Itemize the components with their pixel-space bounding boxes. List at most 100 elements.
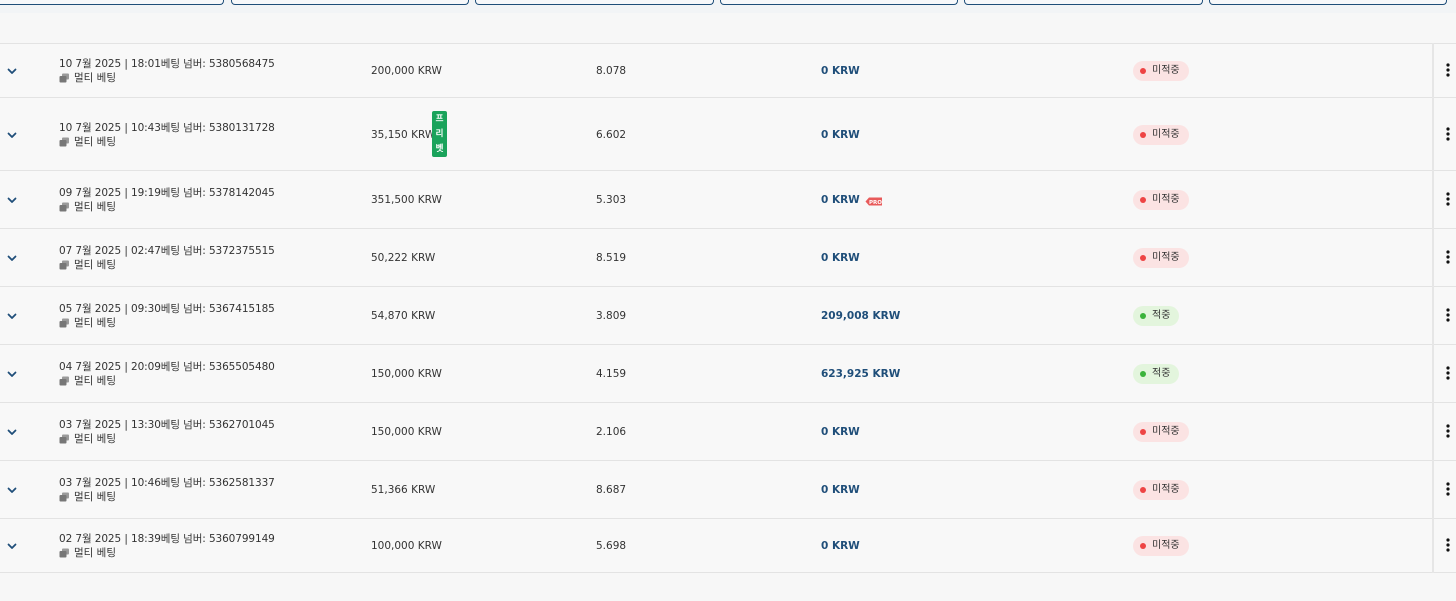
bet-number-label: 베팅 넘버: <box>160 187 206 199</box>
sticky-column-divider <box>1432 43 1434 573</box>
status-label: 미적중 <box>1152 426 1180 437</box>
table-row[interactable]: 10 7월 2025 | 18:01베팅 넘버: 5380568475 멀티 베팅… <box>0 44 1456 98</box>
bet-info: 07 7월 2025 | 02:47베팅 넘버: 5372375515 멀티 베팅 <box>59 244 275 272</box>
status-dot-icon <box>1140 487 1146 493</box>
bet-info: 09 7월 2025 | 19:19베팅 넘버: 5378142045 멀티 베팅 <box>59 186 275 214</box>
payout-value: 0 KRW <box>821 65 860 77</box>
status-label: 미적중 <box>1152 65 1180 76</box>
table-row[interactable]: 05 7월 2025 | 09:30베팅 넘버: 5367415185 멀티 베팅… <box>0 287 1456 345</box>
bet-date-and-number: 03 7월 2025 | 13:30베팅 넘버: 5362701045 <box>59 418 275 432</box>
stake-amount: 50,222 KRW <box>371 252 436 264</box>
bet-date: 10 7월 2025 | 10:43 <box>59 121 161 134</box>
bet-info: 10 7월 2025 | 10:43베팅 넘버: 5380131728 멀티 베팅 <box>59 121 275 149</box>
chevron-down-icon[interactable] <box>5 251 19 265</box>
multi-bet-icon <box>59 434 70 444</box>
pro-tag-icon: PRO <box>865 196 883 205</box>
chevron-down-icon[interactable] <box>5 483 19 497</box>
bet-number: 5362701045 <box>205 419 275 431</box>
table-row[interactable]: 10 7월 2025 | 10:43베팅 넘버: 5380131728 멀티 베팅… <box>0 98 1456 171</box>
stake-amount: 150,000 KRW <box>371 426 442 438</box>
bet-type: 멀티 베팅 <box>59 546 275 560</box>
stake-amount: 100,000 KRW <box>371 540 442 552</box>
freebet-badge: 프리벳 <box>432 111 447 157</box>
bet-type: 멀티 베팅 <box>59 374 275 388</box>
status-dot-icon <box>1140 131 1146 138</box>
freebet-badge-char: 프 <box>435 113 444 124</box>
bet-number-label: 베팅 넘버: <box>160 419 206 431</box>
bet-number-label: 베팅 넘버: <box>160 477 206 489</box>
payout-value: 623,925 KRW <box>821 368 901 380</box>
chevron-down-icon[interactable] <box>5 539 19 553</box>
filter-tab-5[interactable] <box>964 0 1203 5</box>
table-row[interactable]: 09 7월 2025 | 19:19베팅 넘버: 5378142045 멀티 베팅… <box>0 171 1456 229</box>
more-vertical-icon[interactable] <box>1441 308 1456 324</box>
multi-bet-icon <box>59 73 70 83</box>
status-badge: 미적중 <box>1133 536 1189 556</box>
chevron-down-icon[interactable] <box>5 193 19 207</box>
payout-amount: 0 KRW PRO <box>821 193 883 207</box>
bet-number: 5378142045 <box>205 187 275 199</box>
bet-type-label: 멀티 베팅 <box>74 201 116 213</box>
bet-number-label: 베팅 넘버: <box>160 303 206 315</box>
payout-value: 0 KRW <box>821 426 860 438</box>
payout-amount: 0 KRW <box>821 64 860 78</box>
more-vertical-icon[interactable] <box>1441 538 1456 554</box>
filter-tab-2[interactable] <box>231 0 469 5</box>
bet-type: 멀티 베팅 <box>59 200 275 214</box>
freebet-badge-char: 리 <box>435 128 444 139</box>
table-row[interactable]: 03 7월 2025 | 10:46베팅 넘버: 5362581337 멀티 베팅… <box>0 461 1456 519</box>
filter-tab-4[interactable] <box>720 0 958 5</box>
status-label: 적중 <box>1152 368 1171 379</box>
bet-number-label: 베팅 넘버: <box>160 361 206 373</box>
payout-value: 0 KRW <box>821 484 860 496</box>
table-row[interactable]: 07 7월 2025 | 02:47베팅 넘버: 5372375515 멀티 베팅… <box>0 229 1456 287</box>
bet-number-label: 베팅 넘버: <box>160 533 206 545</box>
status-label: 미적중 <box>1152 194 1180 205</box>
table-row[interactable]: 03 7월 2025 | 13:30베팅 넘버: 5362701045 멀티 베팅… <box>0 403 1456 461</box>
bet-date: 07 7월 2025 | 02:47 <box>59 245 161 257</box>
chevron-down-icon[interactable] <box>5 309 19 323</box>
table-row[interactable]: 04 7월 2025 | 20:09베팅 넘버: 5365505480 멀티 베팅… <box>0 345 1456 403</box>
status-badge: 적중 <box>1133 306 1180 326</box>
bet-type: 멀티 베팅 <box>59 258 275 272</box>
bet-date: 04 7월 2025 | 20:09 <box>59 361 161 373</box>
odds-value: 2.106 <box>596 426 627 438</box>
bet-number-label: 베팅 넘버: <box>160 121 206 134</box>
more-vertical-icon[interactable] <box>1441 366 1456 382</box>
more-vertical-icon[interactable] <box>1441 63 1456 79</box>
more-vertical-icon[interactable] <box>1441 250 1456 266</box>
bet-number: 5367415185 <box>205 303 275 315</box>
filter-tab-6[interactable] <box>1209 0 1447 5</box>
bet-info: 02 7월 2025 | 18:39베팅 넘버: 5360799149 멀티 베팅 <box>59 532 275 560</box>
bet-number: 5365505480 <box>205 361 275 373</box>
bet-info: 04 7월 2025 | 20:09베팅 넘버: 5365505480 멀티 베팅 <box>59 360 275 388</box>
filter-tab-1[interactable] <box>0 0 224 5</box>
freebet-badge-char: 벳 <box>435 143 444 154</box>
odds-value: 5.303 <box>596 194 627 206</box>
bet-number: 5362581337 <box>205 477 275 489</box>
chevron-down-icon[interactable] <box>5 367 19 381</box>
more-vertical-icon[interactable] <box>1441 424 1456 440</box>
bet-date-and-number: 07 7월 2025 | 02:47베팅 넘버: 5372375515 <box>59 244 275 258</box>
bet-info: 05 7월 2025 | 09:30베팅 넘버: 5367415185 멀티 베팅 <box>59 302 275 330</box>
more-vertical-icon[interactable] <box>1441 482 1456 498</box>
table-row[interactable]: 02 7월 2025 | 18:39베팅 넘버: 5360799149 멀티 베팅… <box>0 519 1456 573</box>
status-dot-icon <box>1140 68 1146 74</box>
odds-value: 5.698 <box>596 540 627 552</box>
chevron-down-icon[interactable] <box>5 64 19 78</box>
bet-date: 10 7월 2025 | 18:01 <box>59 58 161 70</box>
status-label: 적중 <box>1152 310 1171 321</box>
bet-date-and-number: 04 7월 2025 | 20:09베팅 넘버: 5365505480 <box>59 360 275 374</box>
more-vertical-icon[interactable] <box>1441 126 1456 143</box>
more-vertical-icon[interactable] <box>1441 192 1456 208</box>
bet-type: 멀티 베팅 <box>59 71 275 85</box>
bet-date-and-number: 05 7월 2025 | 09:30베팅 넘버: 5367415185 <box>59 302 275 316</box>
bet-type-label: 멀티 베팅 <box>74 259 116 271</box>
chevron-down-icon[interactable] <box>5 128 19 142</box>
filter-tab-3[interactable] <box>475 0 714 5</box>
bet-number: 5380131728 <box>205 121 275 134</box>
chevron-down-icon[interactable] <box>5 425 19 439</box>
bet-date: 03 7월 2025 | 10:46 <box>59 477 161 489</box>
bet-type: 멀티 베팅 <box>59 432 275 446</box>
bet-date: 02 7월 2025 | 18:39 <box>59 533 161 545</box>
